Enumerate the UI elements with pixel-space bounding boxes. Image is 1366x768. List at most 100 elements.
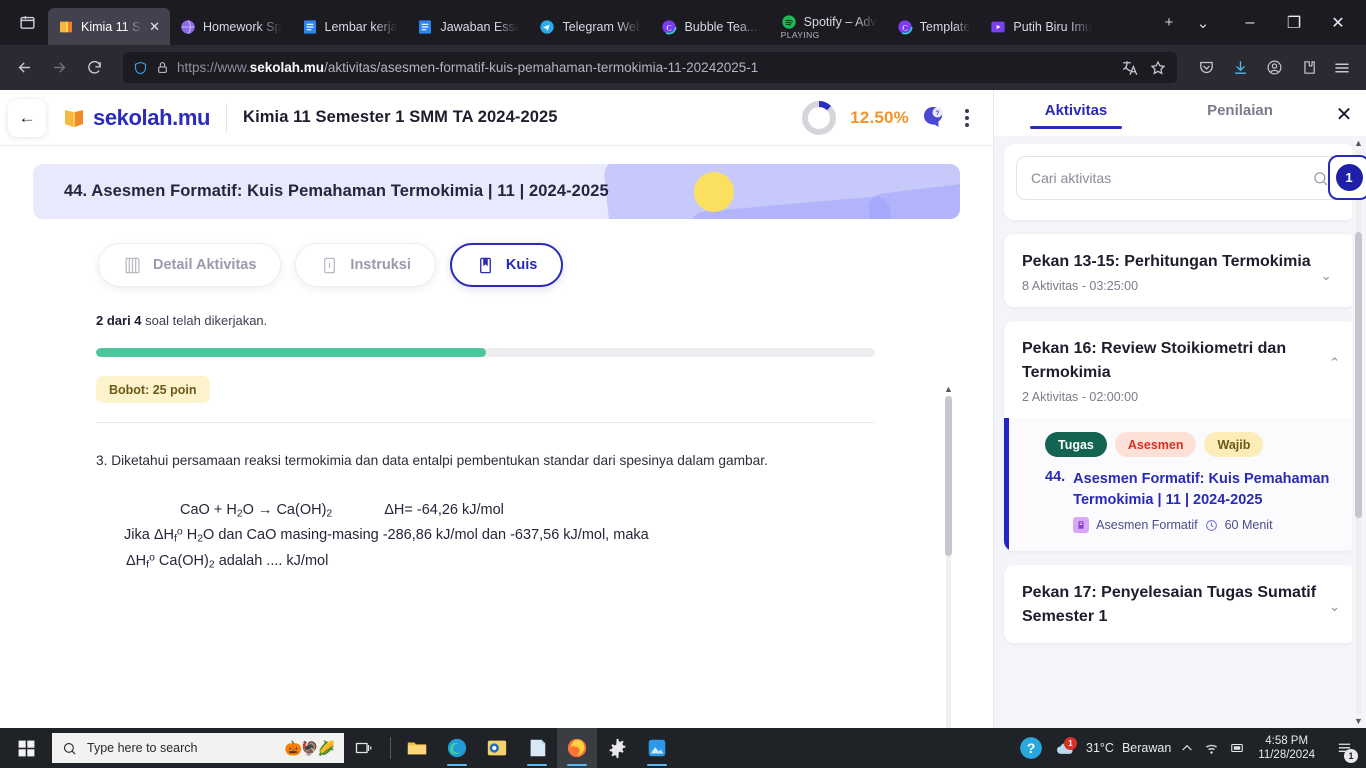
question-text: 3. Diketahui persamaan reaksi termokimia… — [96, 451, 903, 472]
weather-temperature: 31°C — [1086, 741, 1114, 755]
browser-tab-0[interactable]: Kimia 11 Se ✕ — [48, 8, 170, 45]
browser-tab-5[interactable]: C Bubble Tea.... — [651, 8, 770, 45]
outlook-icon[interactable] — [477, 728, 517, 768]
browser-tab-2[interactable]: Lembar kerja — [292, 8, 408, 45]
more-options-icon[interactable] — [957, 105, 977, 131]
chevron-up-icon[interactable]: ⌃ — [1329, 355, 1340, 371]
pocket-icon[interactable] — [1190, 52, 1222, 84]
quiz-book-icon — [479, 257, 491, 273]
photos-icon[interactable] — [637, 728, 677, 768]
restore-button[interactable]: ❐ — [1272, 0, 1316, 45]
app-menu-icon[interactable] — [1326, 52, 1358, 84]
weather-widget[interactable]: 1 31°C Berawan — [1053, 737, 1172, 758]
tab-title: Telegram Web — [562, 19, 642, 34]
sidebar-scroll-down-icon[interactable]: ▼ — [1352, 714, 1365, 728]
scroll-up-arrow-icon[interactable]: ▲ — [942, 382, 955, 396]
bookmark-star-icon[interactable] — [1149, 59, 1167, 77]
week-meta: 2 Aktivitas - 02:00:00 — [1022, 390, 1139, 404]
badge-count: 1 — [1335, 164, 1363, 191]
tab-playing-status: PLAYING — [780, 29, 820, 40]
app-back-button[interactable]: ← — [8, 98, 46, 137]
search-input[interactable] — [1031, 170, 1304, 186]
edge-icon[interactable] — [437, 728, 477, 768]
taskbar-divider — [390, 737, 391, 759]
tab-instruksi[interactable]: Instruksi — [295, 243, 436, 287]
canva-icon: C — [661, 19, 677, 34]
taskbar-clock[interactable]: 4:58 PM 11/28/2024 — [1254, 734, 1319, 763]
reload-icon[interactable] — [78, 52, 110, 84]
tab-title: Bubble Tea.... — [684, 19, 761, 34]
task-view-button[interactable] — [344, 728, 384, 768]
taskbar-seasonal-emoji: 🎃🦃🌽 — [284, 739, 335, 756]
taskbar-search[interactable]: Type here to search 🎃🦃🌽 — [52, 733, 344, 763]
account-icon[interactable] — [1258, 52, 1290, 84]
quiz-progress-fill — [96, 348, 486, 357]
browser-tab-strip: Kimia 11 Se ✕ Homework Sp Lembar kerja J… — [0, 0, 1366, 45]
url-text: https://www.sekolah.mu/aktivitas/asesmen… — [177, 60, 1113, 75]
week-card-1[interactable]: Pekan 16: Review Stoikiometri dan Termok… — [1004, 321, 1356, 552]
search-box[interactable] — [1016, 156, 1344, 200]
close-sidebar-icon[interactable]: ✕ — [1322, 102, 1366, 137]
brand-logo[interactable]: sekolah.mu — [62, 105, 210, 131]
search-card — [1004, 144, 1356, 220]
firefox-view-button[interactable] — [6, 0, 48, 45]
help-question-icon[interactable]: ? — [1018, 735, 1044, 761]
tab-aktivitas[interactable]: Aktivitas — [994, 102, 1158, 129]
close-window-button[interactable]: ✕ — [1316, 0, 1360, 45]
wifi-icon[interactable] — [1203, 741, 1220, 756]
chevron-down-icon[interactable]: ⌄ — [1329, 599, 1340, 615]
question-number: 3. — [96, 453, 108, 468]
back-icon[interactable] — [8, 52, 40, 84]
week-card-0[interactable]: Pekan 13-15: Perhitungan Termokimia 8 Ak… — [1004, 234, 1356, 307]
week-card-2[interactable]: Pekan 17: Penyelesaian Tugas Sumatif Sem… — [1004, 565, 1356, 644]
sidebar-scrollbar-thumb[interactable] — [1355, 232, 1362, 518]
content-scrollbar[interactable]: ▲ ▼ — [942, 382, 955, 728]
extensions-icon[interactable] — [1292, 52, 1324, 84]
page-title: Kimia 11 Semester 1 SMM TA 2024-2025 — [243, 108, 558, 126]
sidebar-scroll-up-icon[interactable]: ▲ — [1352, 136, 1365, 150]
tab-kuis[interactable]: Kuis — [449, 243, 564, 287]
firefox-icon[interactable] — [557, 728, 597, 768]
scrollbar-thumb[interactable] — [945, 396, 952, 556]
volume-speaker-icon[interactable] — [1229, 741, 1245, 755]
tab-detail-aktivitas[interactable]: Detail Aktivitas — [98, 243, 282, 287]
notification-center-button[interactable]: 1 — [1328, 728, 1360, 768]
weather-description: Berawan — [1121, 741, 1172, 755]
help-head-icon[interactable]: ? — [921, 105, 945, 131]
sidebar-scrollbar[interactable]: ▲ ▼ — [1352, 136, 1365, 728]
file-explorer-icon[interactable] — [397, 728, 437, 768]
start-button[interactable] — [2, 728, 50, 768]
svg-text:?: ? — [1027, 740, 1036, 756]
new-tab-button[interactable]: + — [1152, 4, 1186, 41]
browser-tab-1[interactable]: Homework Sp — [170, 8, 292, 45]
list-all-tabs-icon[interactable]: ⌄ — [1186, 4, 1220, 41]
chip-asesmen: Asesmen — [1114, 432, 1197, 457]
week-header[interactable]: Pekan 13-15: Perhitungan Termokimia 8 Ak… — [1004, 234, 1356, 307]
tab-penilaian[interactable]: Penilaian — [1158, 102, 1322, 129]
tab-close-icon[interactable]: ✕ — [149, 20, 160, 33]
translate-icon[interactable] — [1121, 59, 1139, 77]
quiz-body: 2 dari 4 soal telah dikerjakan. Bobot: 2… — [0, 287, 993, 574]
chevron-down-icon[interactable]: ⌄ — [1321, 268, 1332, 284]
onenote-icon[interactable] — [517, 728, 557, 768]
week-header[interactable]: Pekan 16: Review Stoikiometri dan Termok… — [1004, 321, 1356, 418]
sekolah-book-icon — [65, 109, 83, 127]
minimize-button[interactable]: – — [1228, 0, 1272, 45]
forward-icon[interactable] — [43, 52, 75, 84]
tabstrip-controls: + ⌄ – ❐ ✕ — [1152, 0, 1360, 45]
url-bar[interactable]: https://www.sekolah.mu/aktivitas/asesmen… — [123, 52, 1177, 83]
downloads-icon[interactable] — [1224, 52, 1256, 84]
browser-tab-3[interactable]: Jawaban Essai — [407, 8, 529, 45]
activity-item-44[interactable]: Tugas Asesmen Wajib 44. Asesmen Formatif… — [1004, 418, 1356, 552]
show-hidden-icons-chevron-up[interactable] — [1180, 741, 1194, 755]
browser-tab-6[interactable]: Spotify – Adv PLAYING — [771, 8, 887, 45]
window-controls: – ❐ ✕ — [1228, 0, 1360, 45]
activity-chips: Tugas Asesmen Wajib — [1027, 432, 1340, 457]
browser-tab-7[interactable]: C Template — [887, 8, 981, 45]
browser-tab-4[interactable]: Telegram Web — [529, 8, 651, 45]
settings-gear-icon[interactable] — [597, 728, 637, 768]
browser-tab-8[interactable]: Putih Biru Imu — [980, 8, 1102, 45]
eq1b: O → Ca(OH) — [242, 501, 327, 518]
week-header[interactable]: Pekan 17: Penyelesaian Tugas Sumatif Sem… — [1004, 565, 1356, 643]
activity-count-badge[interactable]: 1 — [1328, 155, 1366, 200]
